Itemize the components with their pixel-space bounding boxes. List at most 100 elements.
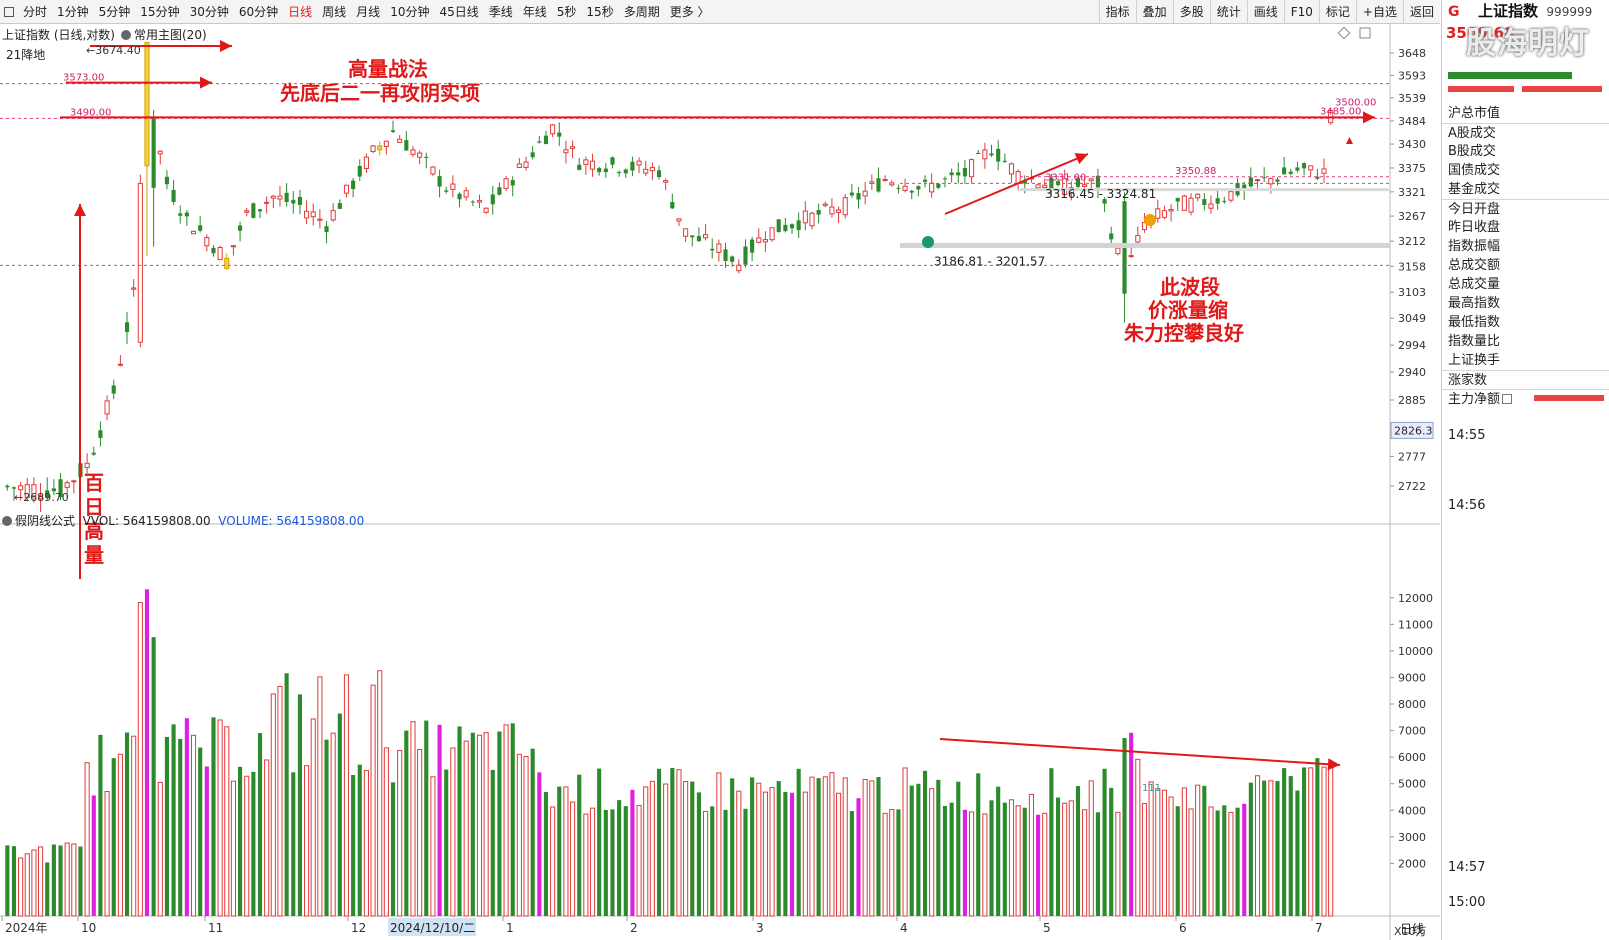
candle-body: [750, 239, 755, 253]
toolbar-button-5[interactable]: F10: [1283, 0, 1319, 24]
volume-bar: [936, 779, 941, 916]
volume-bar: [1235, 807, 1240, 916]
toolbar-button-0[interactable]: 指标: [1098, 0, 1136, 24]
expand-icon[interactable]: [1502, 394, 1513, 404]
candle-body: [357, 165, 362, 177]
period-tab-10[interactable]: 45日线: [434, 0, 483, 24]
period-tab-8[interactable]: 月线: [351, 0, 385, 24]
period-tab-11[interactable]: 季线: [484, 0, 518, 24]
volume-bar: [829, 772, 835, 917]
candle-body: [1208, 203, 1214, 209]
candle-body: [829, 206, 835, 215]
candle-body: [330, 210, 336, 221]
candle-body: [876, 178, 881, 192]
volume-bar: [550, 806, 556, 917]
toolbar-button-1[interactable]: 叠加: [1135, 0, 1173, 24]
period-tab-13[interactable]: 5秒: [552, 0, 582, 24]
note-line-1: 此波段: [1160, 275, 1220, 299]
settings-icon[interactable]: [2, 516, 12, 526]
period-tab-3[interactable]: 15分钟: [135, 0, 184, 24]
period-tab-0[interactable]: 分时: [18, 0, 52, 24]
settings-icon[interactable]: [121, 30, 131, 40]
layout-icon[interactable]: [4, 6, 14, 17]
volume-bar: [809, 776, 815, 917]
chart-svg[interactable]: 3648359335393484343033753321326732123158…: [0, 24, 1440, 940]
vertical-note-char: 量: [84, 543, 104, 567]
price-tick-label: 3593: [1398, 69, 1426, 82]
toolbar-button-4[interactable]: 画线: [1246, 0, 1284, 24]
candle-body: [796, 220, 801, 231]
period-tab-5[interactable]: 60分钟: [234, 0, 283, 24]
volume-bar: [836, 792, 842, 917]
candle-body: [902, 185, 908, 191]
volume-bar: [1088, 780, 1094, 917]
level-3350: 3350.88: [1175, 166, 1216, 177]
candle-body: [929, 182, 935, 193]
period-tab-14[interactable]: 15秒: [581, 0, 618, 24]
candle-body: [710, 248, 715, 251]
period-tab-4[interactable]: 30分钟: [185, 0, 234, 24]
tick-time-2: 14:57: [1448, 860, 1486, 875]
volume-bar: [317, 676, 323, 917]
quote-field-label: 沪总市值: [1448, 106, 1501, 121]
period-tab-16[interactable]: 更多 〉: [665, 0, 715, 24]
indicator-name[interactable]: 假阴线公式: [15, 514, 75, 528]
candle-body: [397, 138, 403, 143]
period-tab-12[interactable]: 年线: [518, 0, 552, 24]
candle-body: [836, 209, 842, 213]
volume-bar: [916, 783, 921, 916]
candle-body: [18, 485, 24, 491]
volume-bar: [922, 770, 928, 916]
x-axis-label: 10: [81, 921, 96, 935]
period-tab-1[interactable]: 1分钟: [52, 0, 94, 24]
volume-bar: [377, 670, 383, 917]
candle-body: [184, 212, 189, 217]
toolbar-button-7[interactable]: +自选: [1355, 0, 1403, 24]
x-axis-label: 1: [506, 921, 514, 935]
candle-body: [1295, 167, 1300, 171]
candle-body: [676, 218, 682, 222]
price-tick-label: 3267: [1398, 210, 1426, 223]
volume-bar: [969, 811, 975, 917]
candle-body: [690, 235, 695, 238]
volume-bar: [417, 749, 423, 917]
toolbar-button-8[interactable]: 返回: [1402, 0, 1440, 24]
price-tick-label: 2777: [1398, 450, 1426, 463]
x-axis-label: 6: [1179, 921, 1187, 935]
period-tab-7[interactable]: 周线: [317, 0, 351, 24]
period-tab-15[interactable]: 多周期: [619, 0, 665, 24]
template-name[interactable]: 常用主图(20): [134, 28, 207, 42]
candle-body: [270, 195, 276, 199]
period-tab-6[interactable]: 日线: [283, 0, 317, 24]
chart-area[interactable]: 3648 3593 3539 3484 3430 3375 3321 3267 3212 3158…: [0, 24, 1440, 940]
strategy-subtitle: 先底后二一再攻阴实项: [280, 81, 480, 105]
toolbar-button-6[interactable]: 标记: [1318, 0, 1356, 24]
candle-body: [157, 150, 163, 155]
volume-bar: [909, 785, 914, 916]
quote-field-label: 主力净额: [1448, 392, 1501, 407]
period-tab-2[interactable]: 5分钟: [94, 0, 136, 24]
group-badge: G: [1448, 4, 1460, 20]
quote-field-12: 指数量比: [1442, 332, 1609, 351]
candle-body: [630, 161, 635, 171]
toolbar-button-3[interactable]: 统计: [1209, 0, 1247, 24]
volume-bar: [670, 767, 675, 916]
candle-body: [809, 212, 815, 227]
quote-field-15: 主力净额: [1442, 389, 1609, 408]
price-tick-label: 3321: [1398, 186, 1426, 199]
candle-body: [204, 237, 210, 247]
candle-body: [550, 124, 556, 135]
volume-bar: [1302, 767, 1307, 916]
toolbar-button-2[interactable]: 多股: [1172, 0, 1210, 24]
candle-body: [71, 480, 77, 483]
volume-bar: [91, 795, 96, 916]
volume-tick-label: 12000: [1398, 592, 1433, 605]
price-tick-label: 3103: [1398, 286, 1426, 299]
volume-value: VOLUME: 564159808.00: [218, 514, 365, 528]
volume-bar: [557, 786, 562, 916]
volume-bar: [862, 778, 868, 917]
volume-bar: [257, 733, 263, 916]
candle-body: [683, 228, 689, 237]
volume-bar: [5, 845, 10, 916]
period-tab-9[interactable]: 10分钟: [385, 0, 434, 24]
